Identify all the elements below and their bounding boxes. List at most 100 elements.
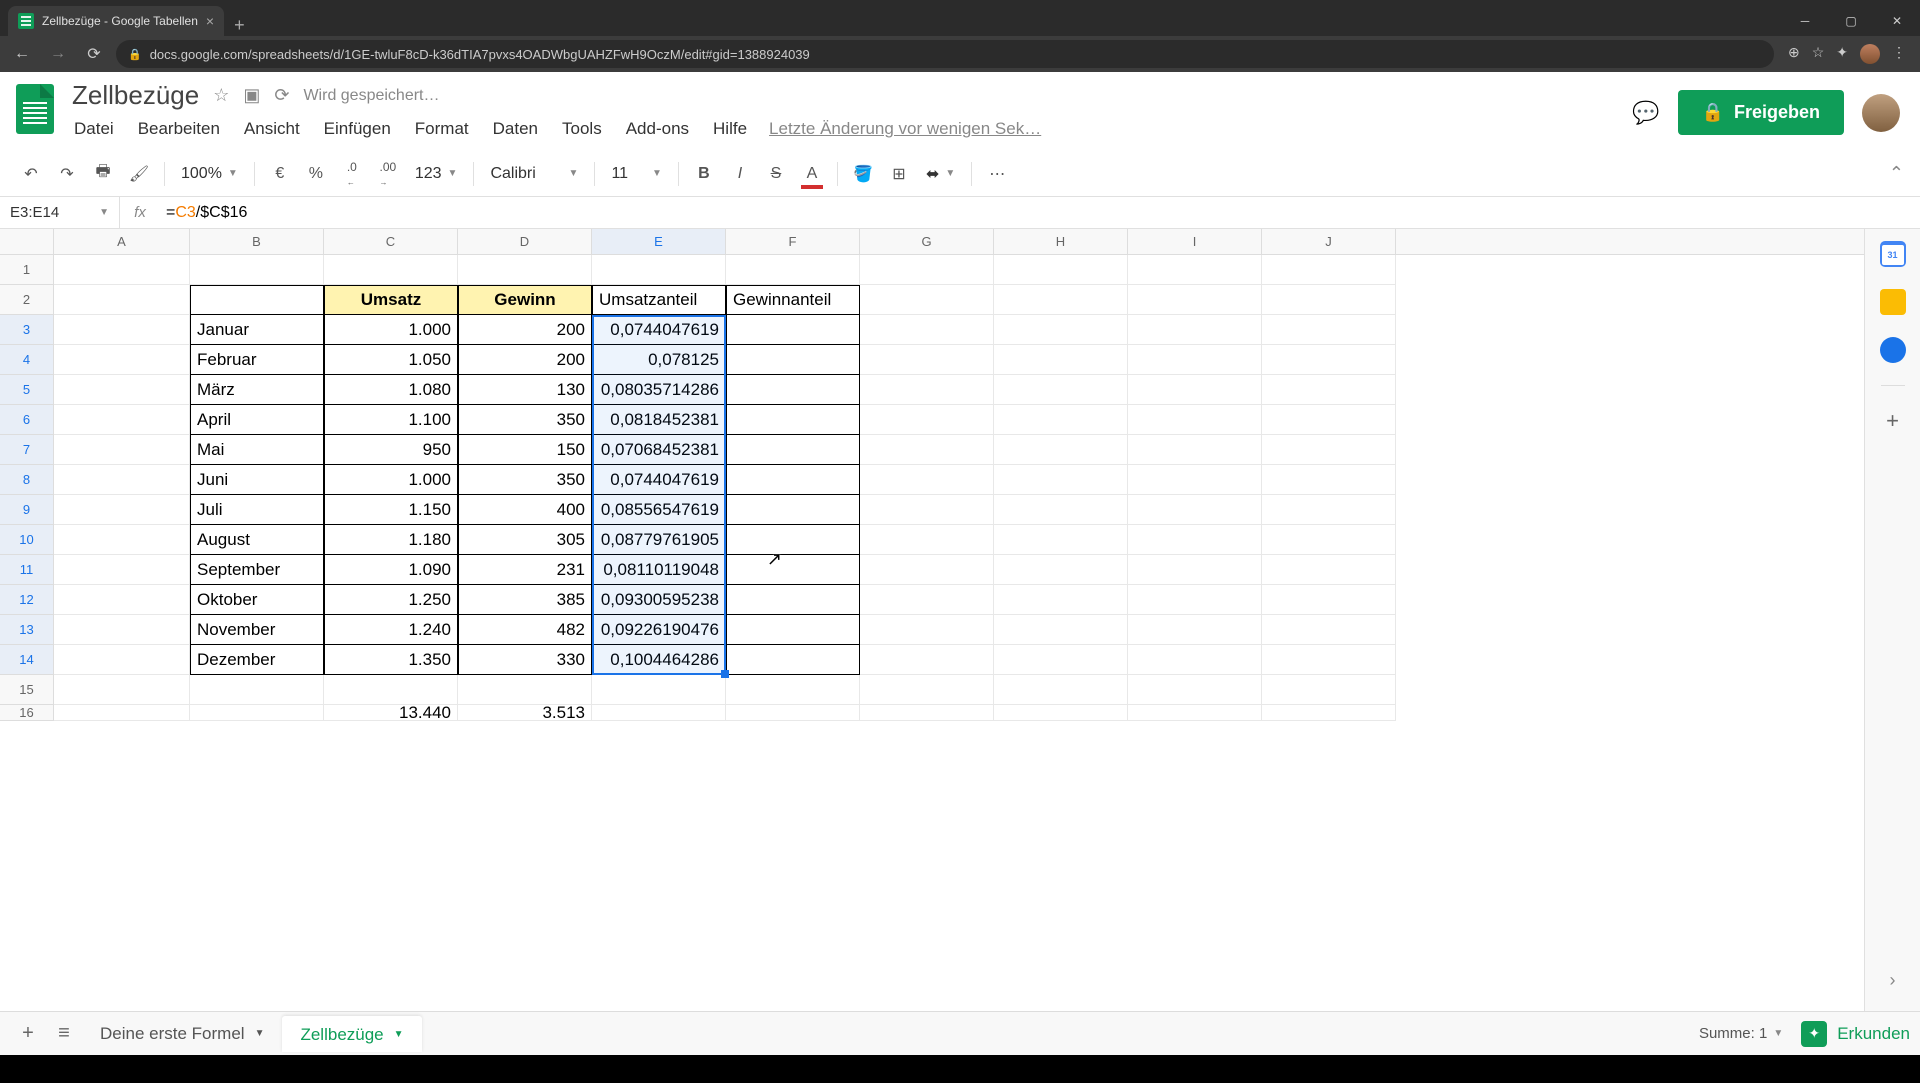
keep-icon[interactable] bbox=[1880, 289, 1906, 315]
cell[interactable] bbox=[1262, 405, 1396, 435]
cell[interactable] bbox=[54, 255, 190, 285]
cell-gewinn[interactable]: 200 bbox=[458, 315, 592, 345]
cell[interactable] bbox=[994, 405, 1128, 435]
menu-hilfe[interactable]: Hilfe bbox=[711, 117, 749, 141]
cell-gewinn[interactable]: 400 bbox=[458, 495, 592, 525]
cell[interactable] bbox=[1262, 435, 1396, 465]
cell[interactable] bbox=[1262, 675, 1396, 705]
cell-umsatz[interactable]: 950 bbox=[324, 435, 458, 465]
cell-umsatz[interactable]: 1.100 bbox=[324, 405, 458, 435]
cell[interactable] bbox=[1262, 525, 1396, 555]
increase-decimal-button[interactable]: .00→ bbox=[373, 159, 403, 189]
cell[interactable] bbox=[860, 585, 994, 615]
row-header-7[interactable]: 7 bbox=[0, 435, 53, 465]
cell-umsatz[interactable]: 1.350 bbox=[324, 645, 458, 675]
cell[interactable] bbox=[1128, 375, 1262, 405]
cell[interactable] bbox=[860, 525, 994, 555]
cell-gewinnanteil[interactable] bbox=[726, 555, 860, 585]
cell[interactable] bbox=[726, 675, 860, 705]
bold-button[interactable]: B bbox=[689, 159, 719, 189]
zoom-select[interactable]: 100%▼ bbox=[175, 165, 244, 183]
col-header-H[interactable]: H bbox=[994, 229, 1128, 254]
row-header-10[interactable]: 10 bbox=[0, 525, 53, 555]
menu-einfuegen[interactable]: Einfügen bbox=[322, 117, 393, 141]
currency-button[interactable]: € bbox=[265, 159, 295, 189]
col-header-F[interactable]: F bbox=[726, 229, 860, 254]
last-change-text[interactable]: Letzte Änderung vor wenigen Sek… bbox=[769, 119, 1041, 139]
menu-format[interactable]: Format bbox=[413, 117, 471, 141]
cell[interactable] bbox=[54, 705, 190, 721]
cell[interactable] bbox=[190, 255, 324, 285]
cell[interactable] bbox=[1262, 645, 1396, 675]
row-header-12[interactable]: 12 bbox=[0, 585, 53, 615]
cell-umsatz[interactable]: 1.090 bbox=[324, 555, 458, 585]
cell[interactable] bbox=[860, 345, 994, 375]
menu-ansicht[interactable]: Ansicht bbox=[242, 117, 302, 141]
undo-button[interactable]: ↶ bbox=[16, 159, 46, 189]
browser-tab[interactable]: Zellbezüge - Google Tabellen × bbox=[8, 6, 224, 36]
cell[interactable] bbox=[54, 375, 190, 405]
cell[interactable] bbox=[458, 255, 592, 285]
tasks-icon[interactable] bbox=[1880, 337, 1906, 363]
print-button[interactable]: 🖶 bbox=[88, 159, 118, 189]
col-header-I[interactable]: I bbox=[1128, 229, 1262, 254]
cell[interactable] bbox=[994, 555, 1128, 585]
document-title[interactable]: Zellbezüge bbox=[72, 80, 199, 111]
cell[interactable] bbox=[1128, 285, 1262, 315]
expand-side-panel-icon[interactable]: › bbox=[1890, 970, 1896, 991]
cell-gewinn[interactable]: 150 bbox=[458, 435, 592, 465]
col-header-G[interactable]: G bbox=[860, 229, 994, 254]
header-gewinn[interactable]: Gewinn bbox=[458, 285, 592, 315]
calendar-icon[interactable] bbox=[1880, 241, 1906, 267]
cell-total-umsatz[interactable]: 13.440 bbox=[324, 705, 458, 721]
cell[interactable] bbox=[54, 525, 190, 555]
cell-umsatz[interactable]: 1.000 bbox=[324, 315, 458, 345]
row-header-8[interactable]: 8 bbox=[0, 465, 53, 495]
cell[interactable] bbox=[54, 645, 190, 675]
cell-gewinn[interactable]: 130 bbox=[458, 375, 592, 405]
col-header-E[interactable]: E bbox=[592, 229, 726, 254]
row-header-16[interactable]: 16 bbox=[0, 705, 53, 721]
fill-color-button[interactable]: 🪣 bbox=[848, 159, 878, 189]
cell-umsatzanteil[interactable]: 0,08035714286 bbox=[592, 375, 726, 405]
cell[interactable] bbox=[994, 375, 1128, 405]
cell[interactable] bbox=[994, 315, 1128, 345]
cell-gewinnanteil[interactable] bbox=[726, 495, 860, 525]
cell[interactable] bbox=[54, 675, 190, 705]
menu-bearbeiten[interactable]: Bearbeiten bbox=[136, 117, 222, 141]
cell-month[interactable]: April bbox=[190, 405, 324, 435]
cell-umsatzanteil[interactable]: 0,0744047619 bbox=[592, 465, 726, 495]
profile-icon[interactable] bbox=[1860, 44, 1880, 64]
cell[interactable] bbox=[1128, 675, 1262, 705]
add-addon-icon[interactable]: + bbox=[1886, 408, 1899, 434]
cell[interactable] bbox=[1262, 495, 1396, 525]
close-window-button[interactable]: ✕ bbox=[1874, 6, 1920, 36]
cell-month[interactable]: Februar bbox=[190, 345, 324, 375]
more-toolbar-button[interactable]: ⋯ bbox=[982, 159, 1012, 189]
menu-addons[interactable]: Add-ons bbox=[624, 117, 691, 141]
cell-month[interactable]: Juni bbox=[190, 465, 324, 495]
cell-month[interactable]: Oktober bbox=[190, 585, 324, 615]
merge-cells-button[interactable]: ⬌▼ bbox=[920, 164, 961, 184]
menu-datei[interactable]: Datei bbox=[72, 117, 116, 141]
cell[interactable] bbox=[1128, 705, 1262, 721]
cell[interactable] bbox=[994, 645, 1128, 675]
cell-umsatzanteil[interactable]: 0,08779761905 bbox=[592, 525, 726, 555]
cell[interactable] bbox=[1262, 255, 1396, 285]
row-header-13[interactable]: 13 bbox=[0, 615, 53, 645]
row-header-2[interactable]: 2 bbox=[0, 285, 53, 315]
cell[interactable] bbox=[324, 675, 458, 705]
cell[interactable] bbox=[860, 405, 994, 435]
cell[interactable] bbox=[1128, 495, 1262, 525]
star-icon[interactable]: ☆ bbox=[1812, 44, 1825, 64]
sheets-logo[interactable] bbox=[16, 84, 60, 140]
browser-menu-icon[interactable]: ⋮ bbox=[1892, 44, 1906, 64]
cell-gewinn[interactable]: 330 bbox=[458, 645, 592, 675]
strikethrough-button[interactable]: S bbox=[761, 159, 791, 189]
collapse-toolbar-button[interactable]: ⌃ bbox=[1889, 163, 1904, 184]
cell[interactable] bbox=[860, 315, 994, 345]
header-gewinnanteil[interactable]: Gewinnanteil bbox=[726, 285, 860, 315]
cell[interactable] bbox=[54, 285, 190, 315]
paint-format-button[interactable]: 🖌 bbox=[124, 159, 154, 189]
cell[interactable] bbox=[1128, 405, 1262, 435]
